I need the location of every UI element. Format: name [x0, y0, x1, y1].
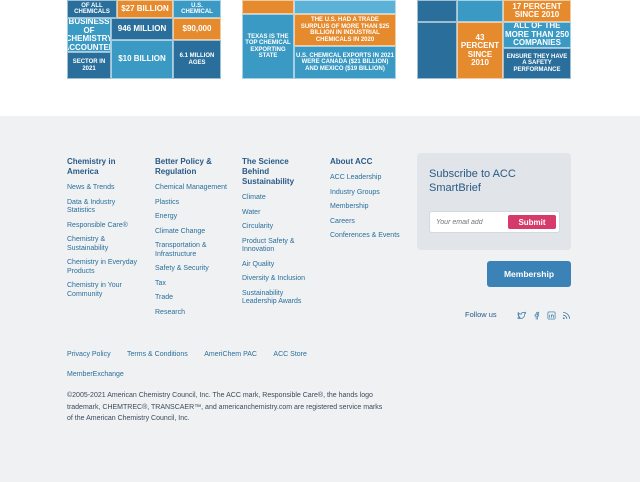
subscribe-form: Submit — [429, 211, 560, 233]
footer-link[interactable]: Trade — [155, 294, 230, 303]
footer-link[interactable]: Transportation & Infrastructure — [155, 242, 230, 259]
footer-link[interactable]: Chemistry in Your Community — [67, 282, 142, 299]
infographic-cell: OF ALL CHEMICALS — [67, 0, 117, 18]
infographic-cell — [417, 22, 457, 79]
privacy-policy-link[interactable]: Privacy Policy — [67, 346, 111, 363]
footer-link[interactable]: Careers — [330, 218, 405, 227]
page: OF ALL CHEMICALS $27 BILLION U.S. CHEMIC… — [0, 0, 640, 482]
copyright-notice: ©2005-2021 American Chemistry Council, I… — [67, 392, 383, 422]
linkedin-icon[interactable] — [546, 310, 556, 320]
americhem-pac-link[interactable]: AmeriChem PAC — [204, 346, 257, 363]
infographic-cell: ALL OF THE MORE THAN 250 COMPANIES — [503, 22, 571, 48]
footer-link[interactable]: Responsible Care® — [67, 222, 142, 231]
infographic-tile-chemicals[interactable]: OF ALL CHEMICALS $27 BILLION U.S. CHEMIC… — [67, 0, 221, 79]
footer-link[interactable]: Data & Industry Statistics — [67, 199, 142, 216]
infographic-cell — [417, 0, 457, 22]
infographic-strip: OF ALL CHEMICALS $27 BILLION U.S. CHEMIC… — [0, 0, 640, 116]
footer-link[interactable]: Water — [242, 209, 314, 218]
footer-link[interactable]: Tax — [155, 280, 230, 289]
infographic-cell: 6.1 MILLION AGES — [173, 40, 221, 79]
acc-store-link[interactable]: ACC Store — [273, 346, 306, 363]
infographic-cell: 43 PERCENT SINCE 2010 — [457, 22, 503, 79]
footer-link[interactable]: Conferences & Events — [330, 232, 405, 241]
footer-link[interactable]: Climate Change — [155, 228, 230, 237]
footer-column-heading[interactable]: Better Policy & Regulation — [155, 157, 230, 177]
email-field[interactable] — [436, 216, 506, 229]
infographic-cell: 17 PERCENT SINCE 2010 — [503, 0, 571, 22]
footer-link[interactable]: Air Quality — [242, 261, 314, 270]
membership-button[interactable]: Membership — [487, 261, 571, 287]
footer-link[interactable]: Chemistry & Sustainability — [67, 236, 142, 253]
footer-link[interactable]: Safety & Security — [155, 265, 230, 274]
infographic-cell: ENSURE THEY HAVE A SAFETY PERFORMANCE — [503, 48, 571, 79]
footer-link-list: News & Trends Data & Industry Statistics… — [67, 184, 142, 299]
footer-column-sustainability: The Science Behind Sustainability Climat… — [242, 157, 314, 313]
footer-column-about: About ACC ACC Leadership Industry Groups… — [330, 157, 405, 247]
footer-link[interactable]: Chemical Management — [155, 184, 230, 193]
infographic-cell: THE BUSINESS OF CHEMISTRY ACCOUNTED FOR … — [67, 18, 111, 52]
footer-link[interactable]: Diversity & Inclusion — [242, 275, 314, 284]
footer-link[interactable]: Research — [155, 309, 230, 318]
twitter-icon[interactable] — [516, 310, 526, 320]
footer-link[interactable]: ACC Leadership — [330, 174, 405, 183]
infographic-cell — [294, 0, 396, 14]
infographic-cell: TEXAS IS THE TOP CHEMICAL EXPORTING STAT… — [242, 14, 294, 79]
infographic-tile-responsible-care[interactable]: 17 PERCENT SINCE 2010 43 PERCENT SINCE 2… — [417, 0, 571, 79]
footer-column-policy: Better Policy & Regulation Chemical Mana… — [155, 157, 230, 323]
rss-icon[interactable] — [561, 310, 571, 320]
legal-links: Privacy Policy Terms & Conditions AmeriC… — [67, 343, 367, 383]
footer-link[interactable]: Energy — [155, 213, 230, 222]
footer-link[interactable]: News & Trends — [67, 184, 142, 193]
footer-link[interactable]: Industry Groups — [330, 189, 405, 198]
footer-column-heading[interactable]: Chemistry in America — [67, 157, 142, 177]
footer-link-list: Chemical Management Plastics Energy Clim… — [155, 184, 230, 317]
footer-link[interactable]: Membership — [330, 203, 405, 212]
member-exchange-link[interactable]: MemberExchange — [67, 366, 124, 383]
infographic-cell: $27 BILLION — [117, 0, 173, 18]
follow-us-label: Follow us — [465, 310, 497, 319]
footer-link[interactable]: Climate — [242, 194, 314, 203]
footer-column-heading[interactable]: The Science Behind Sustainability — [242, 157, 314, 187]
footer-link-list: ACC Leadership Industry Groups Membershi… — [330, 174, 405, 241]
infographic-cell: U.S. CHEMICAL — [173, 0, 221, 18]
footer-link[interactable]: Sustainability Leadership Awards — [242, 290, 314, 307]
infographic-cell: $10 BILLION — [111, 40, 173, 79]
terms-link[interactable]: Terms & Conditions — [127, 346, 188, 363]
submit-button[interactable]: Submit — [508, 215, 556, 229]
site-footer: Chemistry in America News & Trends Data … — [0, 116, 640, 482]
footer-link[interactable]: Product Safety & Innovation — [242, 238, 314, 255]
subscribe-title: Subscribe to ACC SmartBrief — [429, 168, 516, 194]
infographic-cell: U.S. CHEMICAL EXPORTS IN 2021 WERE CANAD… — [294, 46, 396, 79]
footer-link-list: Climate Water Circularity Product Safety… — [242, 194, 314, 307]
facebook-icon[interactable] — [531, 310, 541, 320]
infographic-tile-trade[interactable]: TEXAS IS THE TOP CHEMICAL EXPORTING STAT… — [242, 0, 396, 79]
footer-link[interactable]: Plastics — [155, 199, 230, 208]
infographic-cell: 946 MILLION — [111, 18, 173, 40]
footer-column-heading[interactable]: About ACC — [330, 157, 405, 167]
footer-column-chemistry-in-america: Chemistry in America News & Trends Data … — [67, 157, 142, 305]
footer-link[interactable]: Circularity — [242, 223, 314, 232]
infographic-cell — [457, 0, 503, 22]
infographic-cell: THE U.S. HAD A TRADE SURPLUS OF MORE THA… — [294, 14, 396, 46]
smartbrief-subscribe-box: Subscribe to ACC SmartBrief Submit — [417, 153, 571, 250]
footer-link[interactable]: Chemistry in Everyday Products — [67, 259, 142, 276]
infographic-cell: $90,000 — [173, 18, 221, 40]
infographic-cell — [242, 0, 294, 14]
infographic-cell: SECTOR IN 2021 — [67, 52, 111, 79]
